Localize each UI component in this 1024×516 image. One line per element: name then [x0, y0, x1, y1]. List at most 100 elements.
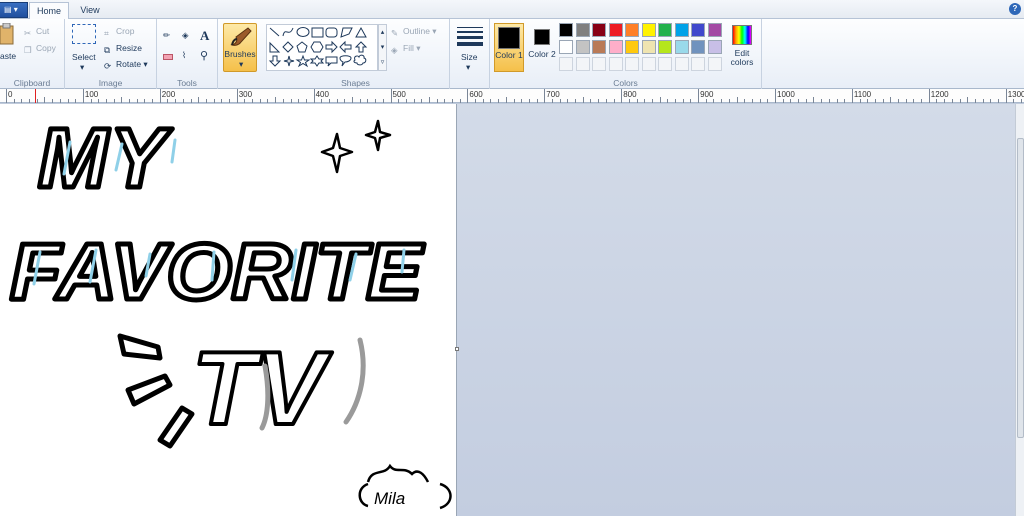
- drawing-canvas[interactable]: MY FAVORITE TV Mila: [0, 104, 457, 516]
- color-swatch[interactable]: [691, 40, 705, 54]
- color-swatch[interactable]: [592, 40, 606, 54]
- ruler-tick: [390, 89, 392, 103]
- ruler-tick: [36, 99, 38, 103]
- color-swatch[interactable]: [674, 23, 689, 37]
- shapes-gallery-scroller[interactable]: ▴ ▾ ▿: [378, 24, 387, 71]
- color-swatch[interactable]: [658, 40, 672, 54]
- fill-button[interactable]: ◈ Fill ▾: [391, 43, 421, 55]
- tab-home[interactable]: Home: [29, 2, 69, 19]
- select-dropdown-icon: ▾: [80, 62, 85, 72]
- color-swatch[interactable]: [691, 23, 705, 37]
- up-arrow-shape-icon: [354, 41, 368, 53]
- custom-color-slot[interactable]: [707, 57, 722, 71]
- fill-tool[interactable]: ◈: [182, 30, 189, 41]
- motion-dash-2: [125, 373, 173, 407]
- color-swatch[interactable]: [707, 40, 722, 54]
- pencil-tool[interactable]: ✏: [163, 30, 170, 41]
- color-picker-tool[interactable]: ⌇: [182, 50, 186, 61]
- color1-selector[interactable]: Color 1: [494, 23, 524, 72]
- help-icon[interactable]: ?: [1009, 3, 1021, 15]
- paint-menu-button[interactable]: ▤ ▾: [0, 2, 28, 18]
- color-swatch[interactable]: [658, 23, 672, 37]
- canvas-resize-handle[interactable]: [455, 347, 459, 351]
- fill-label: Fill: [403, 43, 414, 53]
- resize-button[interactable]: ⧉ Resize: [104, 43, 142, 55]
- custom-color-slot[interactable]: [559, 57, 573, 71]
- cut-button[interactable]: ✂ Cut: [24, 26, 49, 38]
- custom-color-slot[interactable]: [658, 57, 672, 71]
- oval-shape-icon: [296, 27, 310, 37]
- scroll-up-icon[interactable]: ▴: [379, 25, 386, 40]
- vertical-scrollbar[interactable]: [1015, 104, 1024, 516]
- color-swatch[interactable]: [608, 40, 623, 54]
- color-swatch[interactable]: [707, 23, 722, 37]
- ruler-tick: [805, 99, 807, 103]
- ruler-tick: [659, 97, 661, 103]
- brushes-dropdown-icon: ▾: [239, 59, 244, 69]
- down-arrow-shape-icon: [268, 55, 282, 67]
- ruler-tick: [1013, 99, 1015, 103]
- motion-dash-3: [157, 405, 195, 449]
- colors-group-label: Colors: [613, 78, 638, 88]
- gallery-expand-icon[interactable]: ▿: [379, 55, 386, 70]
- ruler-tick: [67, 99, 69, 103]
- color-swatch[interactable]: [608, 23, 623, 37]
- text-tool[interactable]: A: [200, 28, 209, 44]
- eraser-tool[interactable]: [163, 52, 173, 62]
- custom-color-slot[interactable]: [641, 57, 656, 71]
- ribbon-tab-bar: ▤ ▾ Home View ?: [0, 0, 1024, 19]
- paste-button[interactable]: aste: [0, 22, 16, 69]
- scroll-down-icon[interactable]: ▾: [379, 40, 386, 55]
- color2-selector[interactable]: Color 2: [527, 23, 557, 72]
- custom-color-slot[interactable]: [691, 57, 705, 71]
- ruler-label: 1300: [1007, 90, 1024, 99]
- custom-color-slot[interactable]: [575, 57, 590, 71]
- size-group: Size ▾: [450, 19, 490, 89]
- select-button[interactable]: Select ▾: [70, 24, 100, 74]
- brushes-group: Brushes ▾: [218, 19, 262, 89]
- vertical-scrollbar-thumb[interactable]: [1017, 138, 1024, 438]
- ruler-tick: [798, 99, 800, 103]
- ruler-tick: [352, 97, 354, 103]
- ruler-tick: [313, 89, 315, 103]
- color-swatch[interactable]: [592, 23, 606, 37]
- custom-color-slot[interactable]: [592, 57, 606, 71]
- outline-button[interactable]: ✎ Outline ▾: [391, 26, 437, 38]
- ruler-tick: [867, 99, 869, 103]
- color-swatch[interactable]: [625, 23, 639, 37]
- edit-colors-button[interactable]: Edit colors: [726, 23, 758, 72]
- color-swatch[interactable]: [559, 23, 573, 37]
- ruler-tick: [229, 99, 230, 103]
- color-swatch[interactable]: [674, 40, 689, 54]
- copy-button[interactable]: ❐ Copy: [24, 43, 56, 55]
- rotate-label: Rotate: [116, 59, 142, 69]
- size-line-thick: [457, 36, 483, 39]
- brushes-button[interactable]: Brushes ▾: [223, 23, 257, 72]
- custom-color-slot[interactable]: [625, 57, 639, 71]
- color-swatch[interactable]: [575, 23, 590, 37]
- magnifier-tool[interactable]: ⚲: [200, 49, 208, 62]
- tab-view[interactable]: View: [72, 2, 108, 19]
- ruler-tick: [267, 99, 269, 103]
- copy-label: Copy: [36, 43, 56, 53]
- custom-color-slot[interactable]: [674, 57, 689, 71]
- size-button[interactable]: Size ▾: [456, 25, 484, 77]
- shapes-gallery[interactable]: [266, 24, 378, 71]
- ruler-tick: [482, 99, 484, 103]
- custom-color-slot[interactable]: [608, 57, 623, 71]
- bucket-icon: ◈: [182, 30, 189, 40]
- pentagon-shape-icon: [296, 41, 308, 53]
- color-swatch[interactable]: [641, 23, 656, 37]
- color-swatch[interactable]: [625, 40, 639, 54]
- fill-bucket-icon: ◈: [391, 45, 398, 55]
- rotate-button[interactable]: ⟳ Rotate ▾: [104, 59, 148, 71]
- ruler-tick: [598, 99, 600, 103]
- ruler-label: 100: [84, 90, 99, 99]
- color-swatch[interactable]: [575, 40, 590, 54]
- color-swatch[interactable]: [559, 40, 573, 54]
- color-swatch[interactable]: [641, 40, 656, 54]
- size-label: Size: [461, 52, 478, 62]
- oval-callout-shape-icon: [339, 55, 352, 67]
- crop-button[interactable]: ⌗ Crop: [104, 26, 134, 38]
- selection-icon: [72, 24, 96, 44]
